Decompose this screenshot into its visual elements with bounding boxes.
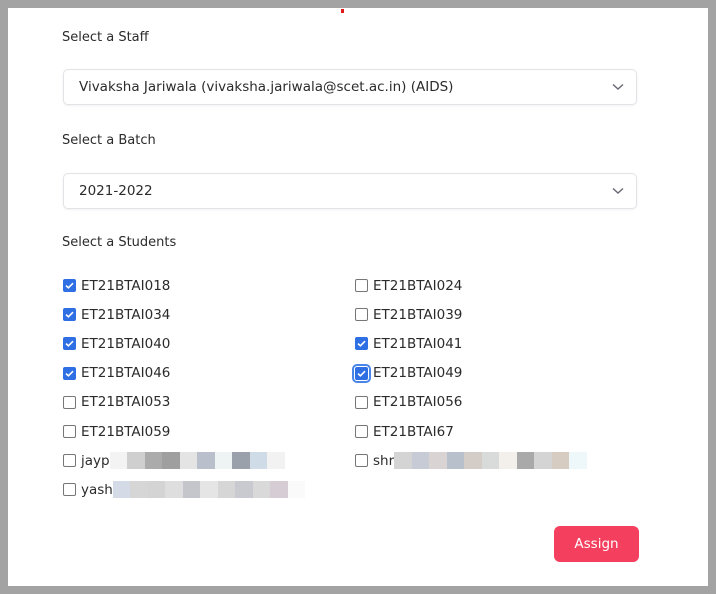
student-label: ET21BTAI049 — [373, 365, 463, 382]
student-option[interactable]: ET21BTAI024 — [355, 278, 462, 294]
check-icon — [65, 370, 74, 377]
students-checkbox-grid: ET21BTAI018 ET21BTAI024 ET21BTAI034 ET21BTA… — [63, 271, 663, 505]
student-option[interactable]: ET21BTAI67 — [355, 424, 454, 440]
student-label: ET21BTAI018 — [81, 277, 171, 294]
student-checkbox[interactable] — [355, 395, 368, 409]
student-checkbox[interactable] — [355, 425, 368, 439]
students-label: Select a Students — [62, 235, 177, 250]
student-checkbox[interactable] — [63, 308, 76, 322]
student-label: ET21BTAI024 — [373, 277, 463, 294]
student-row: ET21BTAI018 ET21BTAI024 — [63, 271, 663, 300]
student-checkbox[interactable] — [63, 483, 76, 497]
chevron-down-icon — [612, 83, 624, 91]
student-checkbox[interactable] — [352, 363, 371, 383]
student-checkbox[interactable] — [63, 337, 76, 351]
student-row: ET21BTAI053 ET21BTAI056 — [63, 388, 663, 417]
student-option[interactable]: yash — [63, 481, 355, 499]
student-option[interactable]: ET21BTAI018 — [63, 278, 355, 294]
staff-label: Select a Staff — [62, 30, 149, 45]
chevron-down-icon — [612, 187, 624, 195]
student-label: ET21BTAI046 — [81, 365, 171, 382]
batch-select-value: 2021-2022 — [79, 183, 153, 199]
student-option[interactable]: ET21BTAI059 — [63, 424, 355, 440]
student-label: ET21BTAI040 — [81, 335, 171, 352]
student-label: ET21BTAI053 — [81, 394, 171, 411]
staff-select[interactable]: Vivaksha Jariwala (vivaksha.jariwala@sce… — [63, 69, 637, 105]
student-checkbox[interactable] — [355, 279, 368, 293]
student-option[interactable]: jayp — [63, 452, 355, 470]
student-row: ET21BTAI040 ET21BTAI041 — [63, 329, 663, 358]
staff-select-value: Vivaksha Jariwala (vivaksha.jariwala@sce… — [79, 79, 454, 95]
student-checkbox[interactable] — [63, 454, 76, 468]
redacted-text — [112, 481, 306, 499]
student-label: jayp — [81, 452, 110, 469]
student-label: ET21BTAI059 — [81, 423, 171, 440]
student-label: shr — [373, 452, 395, 469]
assign-button[interactable]: Assign — [554, 526, 639, 562]
student-option[interactable]: ET21BTAI040 — [63, 336, 355, 352]
batch-label: Select a Batch — [62, 133, 156, 148]
student-row: yash — [63, 475, 663, 504]
student-row: ET21BTAI034 ET21BTAI039 — [63, 300, 663, 329]
student-checkbox[interactable] — [355, 308, 368, 322]
check-icon — [65, 282, 74, 290]
student-checkbox[interactable] — [63, 279, 76, 293]
check-icon — [65, 311, 74, 319]
student-checkbox[interactable] — [63, 366, 76, 380]
student-option[interactable]: ET21BTAI046 — [63, 365, 355, 381]
redacted-text — [394, 452, 587, 470]
student-checkbox[interactable] — [355, 337, 368, 351]
student-option[interactable]: ET21BTAI056 — [355, 394, 462, 410]
student-option[interactable]: ET21BTAI041 — [355, 336, 462, 352]
student-label: yash — [81, 481, 113, 498]
student-option[interactable]: shr — [355, 452, 587, 470]
check-icon — [357, 341, 366, 348]
student-row: ET21BTAI046 ET21BTAI049 — [63, 359, 663, 388]
student-row: jayp shr — [63, 446, 663, 475]
student-label: ET21BTAI67 — [373, 423, 454, 440]
batch-select[interactable]: 2021-2022 — [63, 173, 637, 209]
indicator-dot — [341, 9, 344, 13]
check-icon — [65, 341, 74, 348]
student-label: ET21BTAI034 — [81, 306, 171, 323]
check-icon — [357, 370, 366, 377]
student-label: ET21BTAI041 — [373, 335, 463, 352]
student-row: ET21BTAI059 ET21BTAI67 — [63, 417, 663, 446]
student-option[interactable]: ET21BTAI053 — [63, 394, 355, 410]
redacted-text — [109, 452, 285, 470]
student-checkbox[interactable] — [63, 425, 76, 439]
student-checkbox[interactable] — [63, 395, 76, 409]
student-option[interactable]: ET21BTAI039 — [355, 307, 462, 323]
student-label: ET21BTAI056 — [373, 394, 463, 411]
student-checkbox[interactable] — [355, 454, 368, 468]
assign-students-modal: Select a Staff Vivaksha Jariwala (vivaks… — [8, 8, 708, 586]
student-option[interactable]: ET21BTAI049 — [352, 363, 463, 383]
student-label: ET21BTAI039 — [373, 306, 463, 323]
student-option[interactable]: ET21BTAI034 — [63, 307, 355, 323]
